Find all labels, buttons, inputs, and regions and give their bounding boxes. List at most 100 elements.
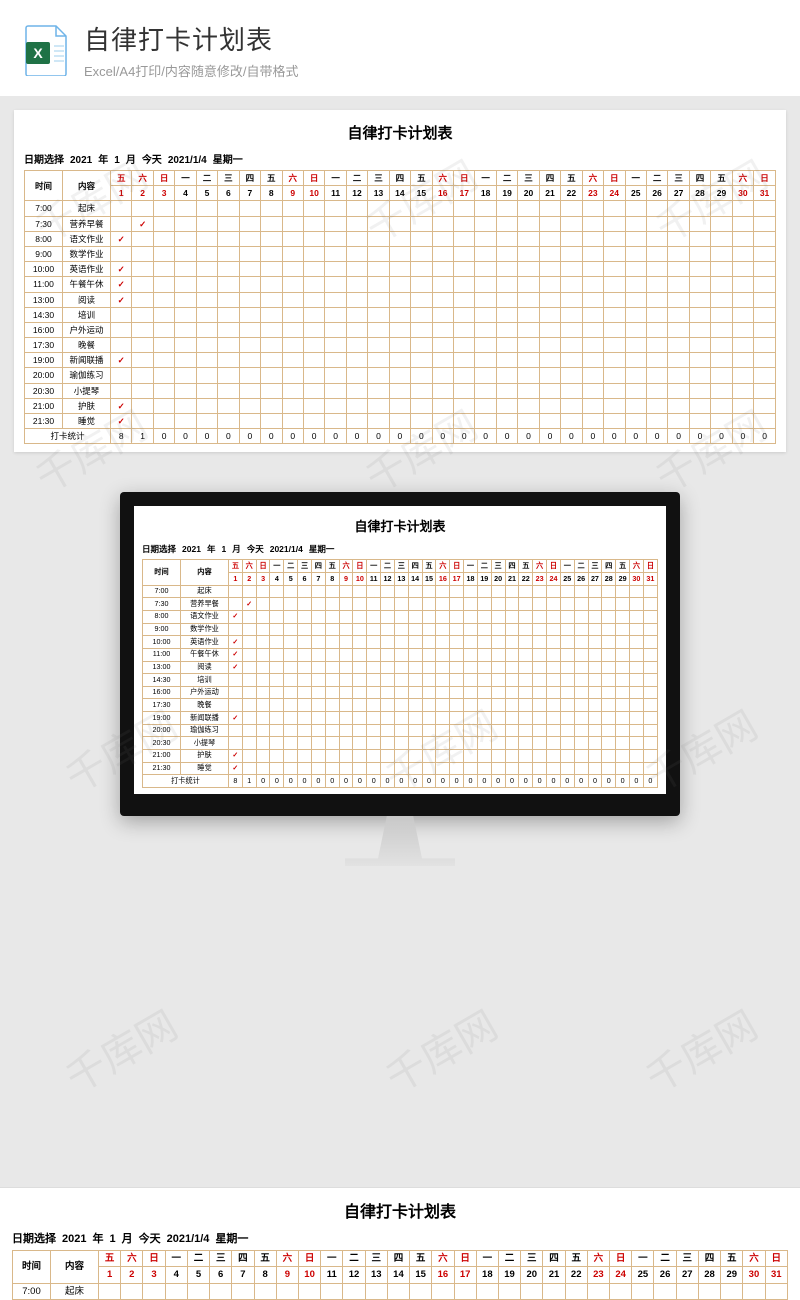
- check-cell[interactable]: [111, 368, 132, 383]
- check-cell[interactable]: [153, 338, 174, 353]
- check-cell[interactable]: [284, 661, 298, 674]
- check-cell[interactable]: [646, 338, 667, 353]
- check-cell[interactable]: [533, 762, 547, 775]
- check-cell[interactable]: [646, 262, 667, 277]
- check-cell[interactable]: [533, 623, 547, 636]
- check-cell[interactable]: [436, 636, 450, 649]
- check-cell[interactable]: [311, 598, 325, 611]
- check-cell[interactable]: [270, 661, 284, 674]
- check-cell[interactable]: [367, 674, 381, 687]
- check-cell[interactable]: [475, 201, 496, 216]
- check-cell[interactable]: [604, 414, 625, 429]
- check-cell[interactable]: [325, 201, 346, 216]
- check-cell[interactable]: [561, 307, 582, 322]
- check-cell[interactable]: [325, 338, 346, 353]
- check-cell[interactable]: [668, 231, 689, 246]
- check-cell[interactable]: [561, 353, 582, 368]
- check-cell[interactable]: [505, 661, 519, 674]
- check-cell[interactable]: [325, 686, 339, 699]
- check-cell[interactable]: [646, 383, 667, 398]
- check-cell[interactable]: [408, 712, 422, 725]
- check-cell[interactable]: [643, 737, 657, 750]
- check-cell[interactable]: [132, 368, 153, 383]
- check-cell[interactable]: [491, 749, 505, 762]
- check-cell[interactable]: [321, 1283, 343, 1299]
- check-cell[interactable]: [547, 686, 561, 699]
- check-cell[interactable]: [411, 307, 432, 322]
- check-cell[interactable]: [464, 762, 478, 775]
- check-cell[interactable]: [339, 737, 353, 750]
- check-cell[interactable]: [436, 648, 450, 661]
- check-cell[interactable]: [346, 246, 367, 261]
- check-cell[interactable]: [153, 216, 174, 231]
- check-cell[interactable]: [561, 292, 582, 307]
- check-cell[interactable]: [475, 414, 496, 429]
- check-cell[interactable]: [343, 1283, 365, 1299]
- check-cell[interactable]: [282, 231, 303, 246]
- check-cell[interactable]: [732, 414, 753, 429]
- check-cell[interactable]: [668, 277, 689, 292]
- check-cell[interactable]: [574, 674, 588, 687]
- check-cell[interactable]: [165, 1283, 187, 1299]
- check-cell[interactable]: [491, 686, 505, 699]
- check-cell[interactable]: [311, 724, 325, 737]
- check-cell[interactable]: [284, 749, 298, 762]
- check-cell[interactable]: [239, 322, 260, 337]
- check-cell[interactable]: [239, 231, 260, 246]
- check-cell[interactable]: [432, 414, 453, 429]
- check-cell[interactable]: [518, 216, 539, 231]
- check-cell[interactable]: [604, 383, 625, 398]
- check-cell[interactable]: [282, 216, 303, 231]
- check-cell[interactable]: [582, 353, 603, 368]
- check-cell[interactable]: [668, 398, 689, 413]
- check-cell[interactable]: [547, 598, 561, 611]
- check-cell[interactable]: [153, 292, 174, 307]
- check-cell[interactable]: [432, 201, 453, 216]
- check-cell[interactable]: [496, 353, 517, 368]
- check-cell[interactable]: [604, 398, 625, 413]
- check-cell[interactable]: [643, 598, 657, 611]
- check-cell[interactable]: [218, 338, 239, 353]
- check-cell[interactable]: [284, 610, 298, 623]
- check-cell[interactable]: [325, 307, 346, 322]
- check-cell[interactable]: [175, 398, 196, 413]
- check-cell[interactable]: [477, 737, 491, 750]
- check-cell[interactable]: [491, 636, 505, 649]
- check-cell[interactable]: [422, 749, 436, 762]
- check-cell[interactable]: [547, 749, 561, 762]
- check-cell[interactable]: [505, 712, 519, 725]
- check-cell[interactable]: [422, 598, 436, 611]
- check-cell[interactable]: [270, 623, 284, 636]
- check-cell[interactable]: [625, 201, 646, 216]
- check-cell[interactable]: ✓: [111, 292, 132, 307]
- check-cell[interactable]: [454, 368, 475, 383]
- check-cell[interactable]: [229, 699, 243, 712]
- check-cell[interactable]: [284, 686, 298, 699]
- check-cell[interactable]: [646, 353, 667, 368]
- check-cell[interactable]: [239, 201, 260, 216]
- check-cell[interactable]: [311, 648, 325, 661]
- check-cell[interactable]: [632, 1283, 654, 1299]
- check-cell[interactable]: [491, 661, 505, 674]
- check-cell[interactable]: [630, 636, 644, 649]
- check-cell[interactable]: [353, 636, 367, 649]
- check-cell[interactable]: [408, 648, 422, 661]
- check-cell[interactable]: [196, 398, 217, 413]
- check-cell[interactable]: [505, 585, 519, 598]
- check-cell[interactable]: [616, 674, 630, 687]
- check-cell[interactable]: [521, 1283, 543, 1299]
- check-cell[interactable]: [711, 216, 732, 231]
- check-cell[interactable]: [574, 636, 588, 649]
- check-cell[interactable]: [242, 737, 256, 750]
- check-cell[interactable]: [196, 338, 217, 353]
- check-cell[interactable]: [196, 307, 217, 322]
- check-cell[interactable]: [325, 414, 346, 429]
- check-cell[interactable]: [630, 749, 644, 762]
- check-cell[interactable]: [256, 737, 270, 750]
- check-cell[interactable]: [284, 636, 298, 649]
- check-cell[interactable]: [303, 201, 324, 216]
- check-cell[interactable]: [588, 585, 602, 598]
- check-cell[interactable]: [689, 216, 710, 231]
- check-cell[interactable]: [261, 201, 282, 216]
- check-cell[interactable]: [519, 610, 533, 623]
